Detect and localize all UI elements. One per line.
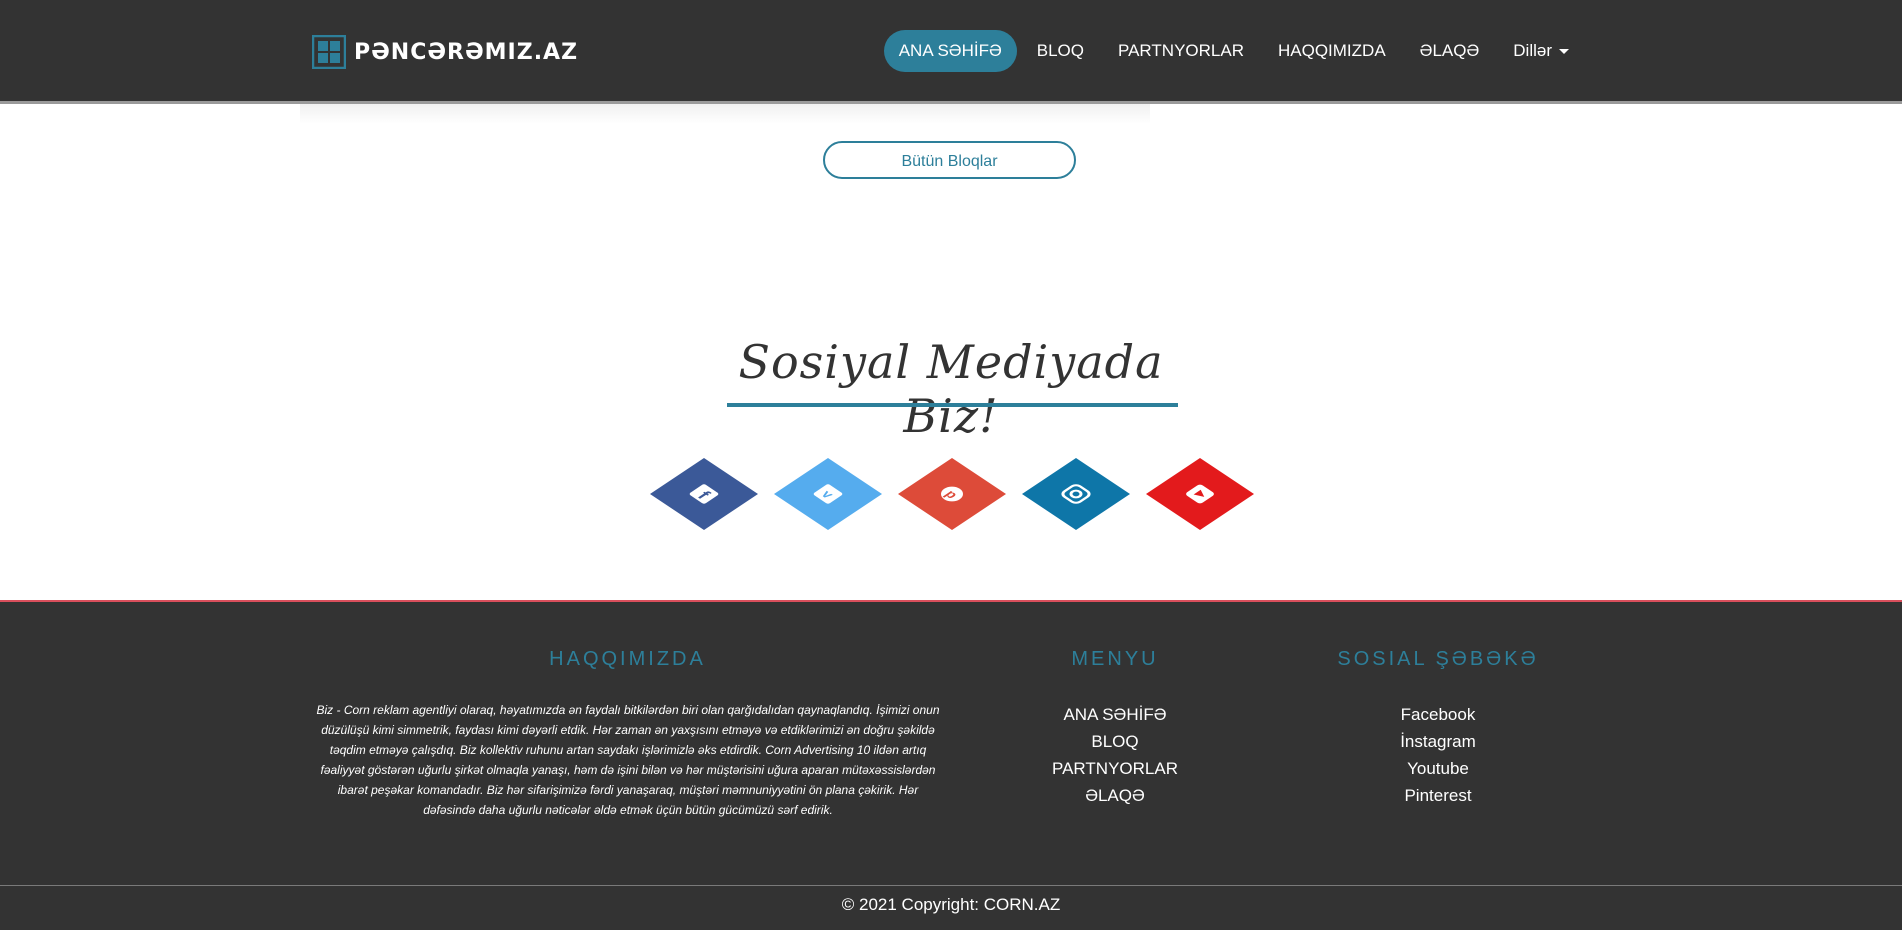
heading-underline [727, 403, 1178, 407]
main-nav: ANA SƏHİFƏ BLOQ PARTNYORLAR HAQQIMIZDA Ə… [883, 30, 1586, 72]
languages-label: Dillər [1513, 41, 1552, 60]
instagram-icon[interactable] [1022, 458, 1130, 530]
footer-divider [0, 885, 1902, 886]
navbar: PƏNCƏRƏMIZ.AZ ANA SƏHİFƏ BLOQ PARTNYORLA… [0, 0, 1902, 104]
footer-menu: ANA SƏHİFƏ BLOQ PARTNYORLAR ƏLAQƏ [1000, 701, 1230, 809]
vimeo-icon[interactable]: v [774, 458, 882, 530]
footer-menu-partners[interactable]: PARTNYORLAR [1000, 755, 1230, 782]
window-logo-icon [311, 34, 347, 70]
youtube-icon[interactable] [1146, 458, 1254, 530]
social-heading: Sosiyal Mediyada Biz! [738, 335, 1164, 443]
nav-partners[interactable]: PARTNYORLAR [1101, 30, 1261, 72]
site-logo[interactable]: PƏNCƏRƏMIZ.AZ [311, 32, 579, 72]
footer-social-links: Facebook İnstagram Youtube Pinterest [1300, 701, 1576, 809]
caret-down-icon [1559, 49, 1569, 55]
languages-dropdown[interactable]: Dillər [1496, 30, 1586, 72]
section-shadow [300, 104, 1150, 124]
footer: HAQQIMIZDA Biz - Corn reklam agentliyi o… [0, 600, 1902, 930]
footer-pinterest-link[interactable]: Pinterest [1300, 782, 1576, 809]
social-icons-row: f v p [650, 458, 1256, 530]
facebook-icon[interactable]: f [650, 458, 758, 530]
footer-instagram-link[interactable]: İnstagram [1300, 728, 1576, 755]
nav-home[interactable]: ANA SƏHİFƏ [883, 30, 1017, 72]
logo-text: PƏNCƏRƏMIZ.AZ [354, 39, 579, 65]
copyright-text: © 2021 Copyright: CORN.AZ [841, 895, 1061, 914]
all-blogs-button[interactable]: Bütün Bloqlar [823, 141, 1076, 179]
footer-youtube-link[interactable]: Youtube [1300, 755, 1576, 782]
footer-menu-home[interactable]: ANA SƏHİFƏ [1000, 701, 1230, 728]
pinterest-icon[interactable]: p [898, 458, 1006, 530]
footer-facebook-link[interactable]: Facebook [1300, 701, 1576, 728]
nav-about[interactable]: HAQQIMIZDA [1261, 30, 1403, 72]
footer-menu-title: MENYU [1071, 648, 1159, 670]
footer-menu-contact[interactable]: ƏLAQƏ [1000, 782, 1230, 809]
footer-menu-blog[interactable]: BLOQ [1000, 728, 1230, 755]
nav-blog[interactable]: BLOQ [1020, 30, 1101, 72]
footer-about-title: HAQQIMIZDA [549, 648, 706, 670]
nav-contact[interactable]: ƏLAQƏ [1403, 30, 1497, 72]
footer-social-title: SOSIAL ŞƏBƏKƏ [1337, 648, 1539, 670]
footer-about-text: Biz - Corn reklam agentliyi olaraq, həya… [316, 703, 940, 817]
